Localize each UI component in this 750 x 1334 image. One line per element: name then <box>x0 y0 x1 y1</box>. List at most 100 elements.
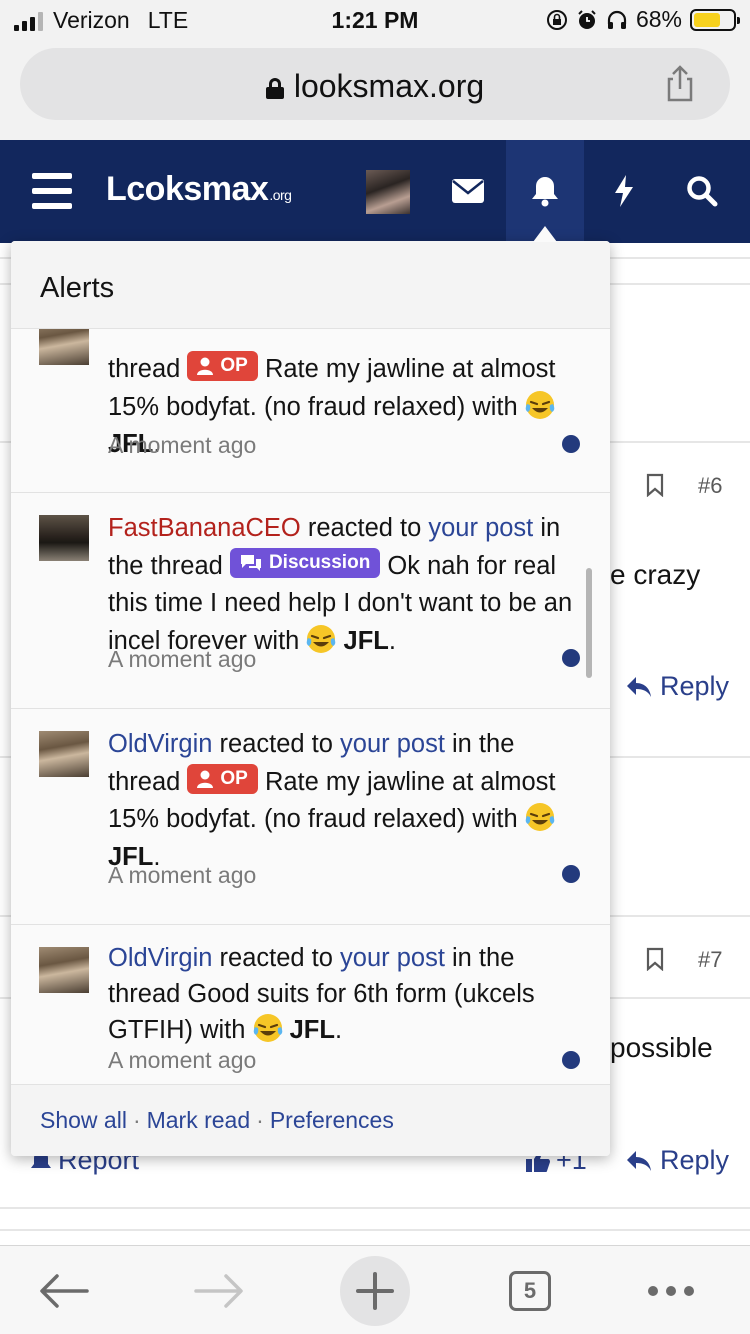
search-icon[interactable] <box>672 160 732 222</box>
op-badge: OP <box>187 351 258 381</box>
status-bar: Verizon LTE 1:21 PM 68% <box>0 0 750 40</box>
alert-username[interactable]: OldVirgin <box>108 730 212 758</box>
orientation-lock-icon <box>546 9 568 31</box>
menu-icon[interactable] <box>32 173 72 209</box>
user-avatar[interactable] <box>366 170 410 214</box>
footer-separator: · <box>256 1107 264 1133</box>
alerts-title: Alerts <box>40 272 115 304</box>
post-number[interactable]: #6 <box>698 473 722 499</box>
post-text-fragment: possible <box>610 1032 713 1063</box>
site-logo[interactable]: Lcoksmax.org <box>106 170 292 209</box>
lightning-icon[interactable] <box>594 160 654 222</box>
logo-suffix: .org <box>269 187 292 203</box>
alert-avatar[interactable] <box>39 731 89 777</box>
divider <box>0 1229 750 1231</box>
address-url: looksmax.org <box>293 68 485 104</box>
bell-icon[interactable] <box>515 160 575 222</box>
reply-button[interactable]: Reply <box>626 1145 729 1176</box>
unread-dot-icon[interactable] <box>562 649 580 667</box>
inbox-icon[interactable] <box>438 160 498 222</box>
reply-icon <box>627 1150 651 1171</box>
alert-text: OldVirgin reacted to your post in the th… <box>108 944 535 1044</box>
laughing-crying-emoji-icon <box>525 803 555 831</box>
user-icon <box>197 770 214 788</box>
laughing-crying-emoji-icon <box>253 1014 282 1042</box>
tab-count: 5 <box>509 1271 551 1311</box>
op-badge: OP <box>187 763 258 794</box>
alert-target-link[interactable]: your post <box>428 514 533 542</box>
alert-time: A moment ago <box>108 862 257 888</box>
alert-text: OldVirgin reacted to your post in the th… <box>108 730 556 871</box>
alert-target-link[interactable]: your post <box>340 944 445 972</box>
alert-verb: reacted to <box>219 944 333 972</box>
alert-time: A moment ago <box>108 432 257 458</box>
tabs-button[interactable]: 5 <box>495 1256 565 1326</box>
alert-avatar[interactable] <box>39 329 89 365</box>
address-text-wrap: looksmax.org <box>20 68 730 105</box>
alert-avatar[interactable] <box>39 947 89 993</box>
post-text-fragment: e crazy <box>610 559 701 590</box>
reply-label: Reply <box>660 1145 730 1175</box>
alert-verb: reacted to <box>307 514 422 542</box>
alerts-header: Alerts <box>11 241 610 329</box>
alert-with: with <box>472 392 518 421</box>
mark-read-link[interactable]: Mark read <box>147 1107 251 1133</box>
divider <box>0 1207 750 1209</box>
reply-label: Reply <box>660 671 730 701</box>
preferences-link[interactable]: Preferences <box>270 1107 394 1133</box>
plus-icon <box>356 1272 394 1310</box>
alert-item[interactable]: thread OP Rate my jawline at almost 15% … <box>11 329 610 493</box>
alert-time: A moment ago <box>108 646 257 672</box>
alert-with: with <box>254 626 300 655</box>
alert-target-link[interactable]: your post <box>340 730 445 758</box>
bookmark-icon[interactable] <box>646 947 664 971</box>
alerts-caret <box>533 226 557 242</box>
alert-username[interactable]: OldVirgin <box>108 944 212 972</box>
alerts-list[interactable]: thread OP Rate my jawline at almost 15% … <box>11 329 610 1084</box>
logo-text: Lcoksmax <box>106 170 269 208</box>
reply-icon <box>627 676 651 697</box>
address-bar[interactable]: looksmax.org <box>20 48 730 120</box>
show-all-link[interactable]: Show all <box>40 1107 127 1133</box>
op-badge-label: OP <box>220 355 248 376</box>
alert-item[interactable]: OldVirgin reacted to your post in the th… <box>11 925 610 1084</box>
bookmark-icon[interactable] <box>646 473 664 497</box>
more-options-icon[interactable] <box>636 1256 706 1326</box>
headphones-icon <box>606 9 628 31</box>
battery-percent: 68% <box>635 6 682 32</box>
alert-time: A moment ago <box>108 1047 257 1073</box>
laughing-crying-emoji-icon <box>307 624 336 653</box>
alarm-icon <box>576 9 598 31</box>
alert-pre: thread <box>108 355 181 383</box>
alerts-popup: Alerts thread OP Rate my jawline at almo… <box>11 241 610 1156</box>
alert-with: with <box>472 805 518 833</box>
discussion-badge: Discussion <box>229 547 381 578</box>
unread-dot-icon[interactable] <box>562 865 580 883</box>
forward-button[interactable] <box>184 1256 254 1326</box>
status-right: 68% <box>546 6 740 33</box>
alerts-footer: Show all · Mark read · Preferences <box>11 1084 610 1156</box>
alert-username[interactable]: FastBananaCEO <box>108 514 301 542</box>
forward-arrow-icon <box>194 1274 243 1308</box>
comments-icon <box>240 554 261 571</box>
alert-avatar[interactable] <box>39 515 89 561</box>
back-arrow-icon <box>40 1274 89 1308</box>
new-tab-button[interactable] <box>340 1256 410 1326</box>
unread-dot-icon[interactable] <box>562 1051 580 1069</box>
browser-url-area: looksmax.org <box>0 40 750 140</box>
alert-with: with <box>200 1016 246 1044</box>
unread-dot-icon[interactable] <box>562 435 580 453</box>
alert-reaction: JFL <box>289 1016 335 1044</box>
alerts-scrollbar[interactable] <box>586 568 592 678</box>
back-button[interactable] <box>29 1256 99 1326</box>
browser-toolbar: 5 <box>0 1245 750 1334</box>
reply-button[interactable]: Reply <box>626 671 729 702</box>
alert-item[interactable]: FastBananaCEO reacted to your post in th… <box>11 493 610 709</box>
share-icon[interactable] <box>660 64 700 104</box>
alerts-footer-links: Show all · Mark read · Preferences <box>40 1107 394 1134</box>
battery-icon <box>690 8 740 31</box>
post-number[interactable]: #7 <box>698 947 722 973</box>
alert-item[interactable]: OldVirgin reacted to your post in the th… <box>11 709 610 925</box>
battery-level-fill <box>694 12 720 27</box>
discussion-badge-label: Discussion <box>268 551 371 573</box>
